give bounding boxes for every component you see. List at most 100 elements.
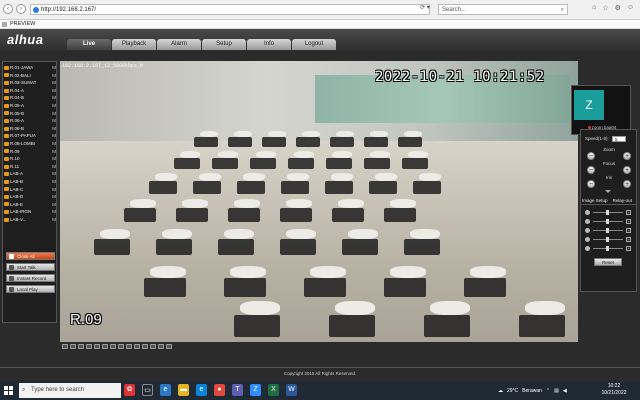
taskbar-search-input[interactable]: ⌕ Type here to search (19, 383, 121, 398)
layout-toggle-icon[interactable] (126, 344, 132, 349)
layout-toggle-icon[interactable] (78, 344, 84, 349)
channel-stream-flag[interactable]: M (52, 178, 56, 186)
channel-stream-flag[interactable]: M (52, 64, 56, 72)
slider-knob[interactable] (606, 237, 609, 242)
cortana-art-icon[interactable]: ✿ (124, 384, 135, 396)
weather-icon[interactable]: ☁ (498, 388, 503, 394)
layout-toggle-icon[interactable] (142, 344, 148, 349)
channel-stream-flag[interactable]: M (52, 163, 56, 171)
zoom-popup[interactable]: Z zoom baa04 (571, 85, 631, 135)
channel-stream-flag[interactable]: M (52, 132, 56, 140)
ie-taskbar-icon[interactable]: e (160, 384, 171, 396)
channel-list[interactable]: R.01-JAWA M R.02-BALI M R.03-SUMAT M R.04-A M R.… (3, 64, 58, 234)
address-bar[interactable]: http://192.168.2.167/ (30, 4, 430, 15)
tab-image-setup[interactable]: Image Setup (581, 197, 609, 204)
slider-knob[interactable] (606, 210, 609, 215)
channel-stream-flag[interactable]: M (52, 79, 56, 87)
layout-toggle-icon[interactable] (166, 344, 172, 349)
collapse-triangle-icon[interactable] (605, 190, 611, 193)
tab-info[interactable]: Info (247, 39, 291, 50)
search-icon[interactable]: ⌕ (561, 5, 564, 15)
volume-icon[interactable]: ◀ (563, 388, 567, 394)
reset-button[interactable]: Reset (594, 258, 622, 266)
channel-item[interactable]: R.06-A M (3, 117, 58, 125)
channel-item[interactable]: R.02-BALI M (3, 72, 58, 80)
channel-item[interactable]: R.09 M (3, 148, 58, 156)
slider-track[interactable] (593, 210, 623, 215)
channel-item[interactable]: R.04-B M (3, 94, 58, 102)
layout-toggle-icon[interactable] (70, 344, 76, 349)
gain-slider[interactable]: + (585, 246, 633, 251)
channel-item[interactable]: R.05-B M (3, 110, 58, 118)
layout-toggle-icon[interactable] (134, 344, 140, 349)
network-icon[interactable]: ▤ (554, 388, 559, 394)
slider-track[interactable] (593, 228, 623, 233)
channel-item[interactable]: R.06-B M (3, 125, 58, 133)
word-icon[interactable]: W (286, 384, 297, 396)
layout-toggle-icon[interactable] (150, 344, 156, 349)
task-view-icon[interactable]: ▭ (142, 384, 153, 396)
layout-toggle-icon[interactable] (118, 344, 124, 349)
instant-record-button[interactable]: Instant Record (6, 274, 55, 282)
channel-item[interactable]: LAB-A M (3, 170, 58, 178)
brightness-slider[interactable]: + (585, 210, 633, 215)
close-all-button[interactable]: Close All (6, 252, 55, 260)
channel-stream-flag[interactable]: M (52, 110, 56, 118)
channel-stream-flag[interactable]: M (52, 193, 56, 201)
channel-stream-flag[interactable]: M (52, 72, 56, 80)
increment-icon[interactable]: + (626, 237, 631, 242)
channel-item[interactable]: LAB-B M (3, 178, 58, 186)
forward-icon[interactable]: › (16, 4, 26, 14)
channel-stream-flag[interactable]: M (52, 216, 56, 224)
home-icon[interactable]: ⌂ (592, 4, 596, 12)
hue-slider[interactable]: + (585, 237, 633, 242)
channel-item[interactable]: R.11 M (3, 163, 58, 171)
increment-icon[interactable]: + (626, 219, 631, 224)
contrast-slider[interactable]: + (585, 219, 633, 224)
file-explorer-icon[interactable]: ▬ (178, 384, 189, 396)
layout-toggle-icon[interactable] (158, 344, 164, 349)
tab-setup[interactable]: Setup (202, 39, 246, 50)
saturation-slider[interactable]: + (585, 228, 633, 233)
layout-toggle-icon[interactable] (86, 344, 92, 349)
tab-relay-out[interactable]: Relay-out (609, 197, 637, 204)
slider-track[interactable] (593, 246, 623, 251)
slider-knob[interactable] (606, 246, 609, 251)
channel-stream-flag[interactable]: M (52, 201, 56, 209)
channel-item[interactable]: R.07-PAPUA M (3, 132, 58, 140)
taskbar-clock[interactable]: 10:22 10/21/2022 (600, 383, 628, 397)
channel-stream-flag[interactable]: M (52, 208, 56, 216)
speed-select[interactable]: 5 (612, 136, 627, 142)
slider-knob[interactable] (606, 219, 609, 224)
layout-toggle-icon[interactable] (102, 344, 108, 349)
windows-start-icon[interactable] (4, 386, 13, 395)
local-play-button[interactable]: Local Play (6, 285, 55, 293)
smiley-icon[interactable]: ☺ (627, 4, 634, 12)
browser-tab[interactable]: PREVIEW (2, 21, 35, 28)
zoom-in-icon[interactable]: + (623, 152, 631, 160)
channel-item[interactable]: LAB-E M (3, 201, 58, 209)
increment-icon[interactable]: + (626, 228, 631, 233)
channel-item[interactable]: LAB-V... M (3, 216, 58, 224)
channel-item[interactable]: R.10 M (3, 155, 58, 163)
channel-stream-flag[interactable]: M (52, 186, 56, 194)
channel-item[interactable]: R.08-LOMBI M (3, 140, 58, 148)
iris-close-icon[interactable]: − (587, 180, 595, 188)
channel-item[interactable]: R.01-JAWA M (3, 64, 58, 72)
increment-icon[interactable]: + (626, 246, 631, 251)
channel-stream-flag[interactable]: M (52, 102, 56, 110)
layout-toggle-icon[interactable] (94, 344, 100, 349)
channel-item[interactable]: R.05-A M (3, 102, 58, 110)
channel-stream-flag[interactable]: M (52, 87, 56, 95)
focus-out-icon[interactable]: − (587, 166, 595, 174)
channel-item[interactable]: LAB-D M (3, 193, 58, 201)
focus-in-icon[interactable]: + (623, 166, 631, 174)
iris-open-icon[interactable]: + (623, 180, 631, 188)
channel-item[interactable]: LAB-IRGN M (3, 208, 58, 216)
slider-track[interactable] (593, 237, 623, 242)
tab-playback[interactable]: Playback (112, 39, 156, 50)
channel-stream-flag[interactable]: M (52, 155, 56, 163)
tab-logout[interactable]: Logout (292, 39, 336, 50)
start-talk-button[interactable]: Start Talk (6, 263, 55, 271)
layout-toggle-icon[interactable] (110, 344, 116, 349)
